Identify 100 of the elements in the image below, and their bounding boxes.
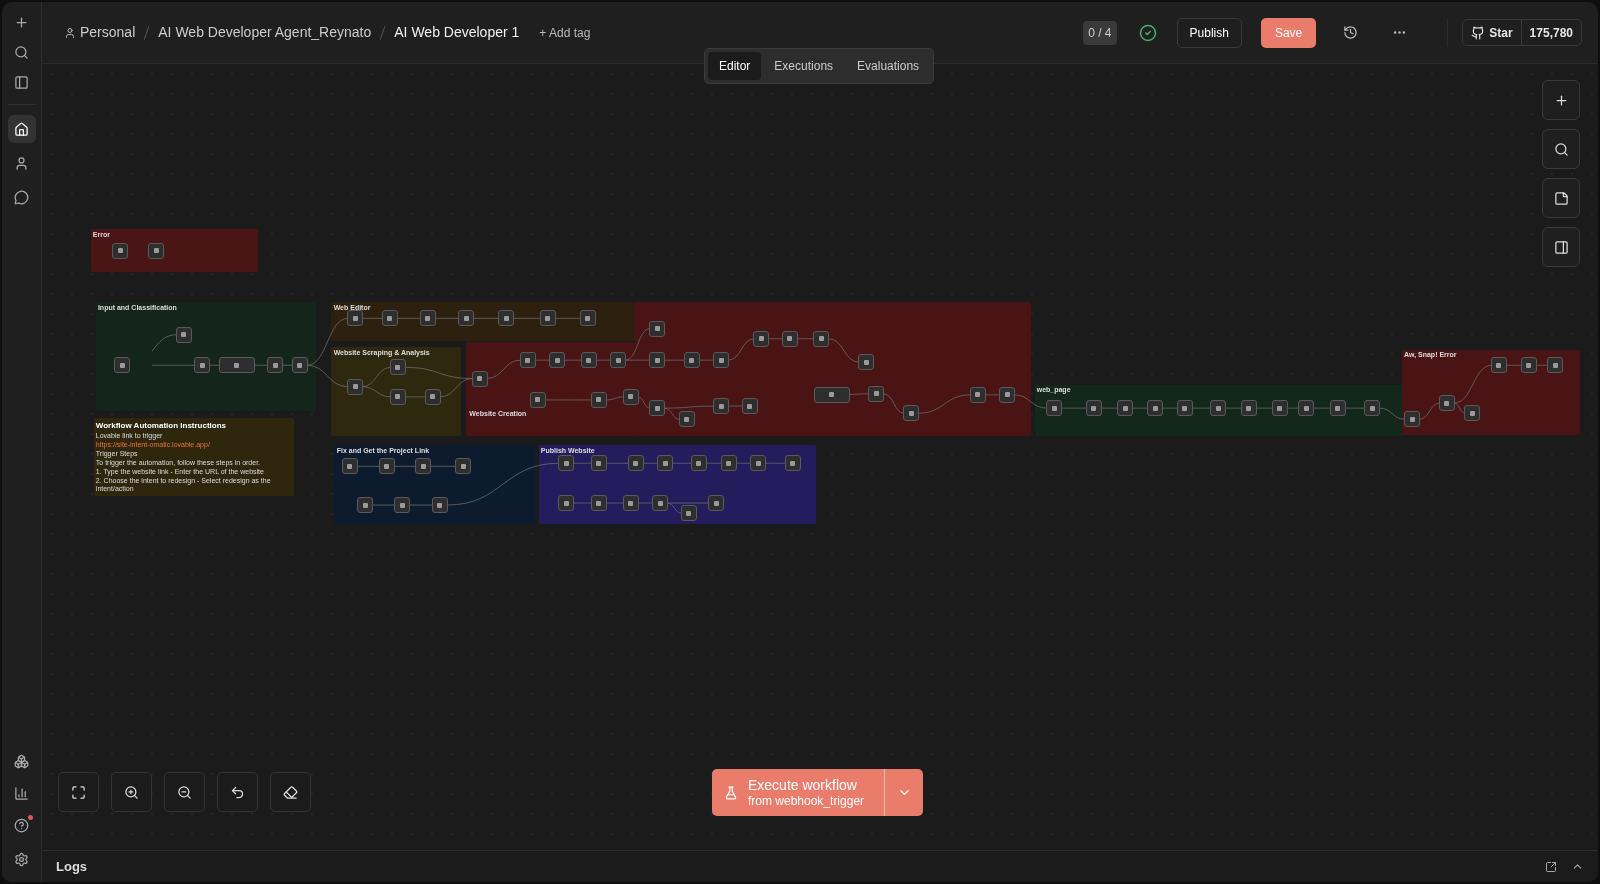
connection-line [698, 359, 715, 361]
counter-badge: 0 / 4 [1083, 20, 1117, 45]
workflow-node[interactable] [649, 352, 666, 369]
connection-line [637, 502, 654, 504]
workflow-node[interactable] [267, 357, 284, 374]
history-icon[interactable] [1343, 25, 1359, 40]
instructions-note[interactable] [93, 418, 294, 497]
connection-line [396, 317, 421, 319]
connection-line [1060, 407, 1088, 409]
workflow-node[interactable] [194, 357, 210, 374]
publish-button[interactable]: Publish [1176, 17, 1242, 48]
sticky-note[interactable] [330, 346, 462, 436]
workflow-node[interactable] [415, 458, 432, 475]
workflow-node[interactable] [1298, 400, 1315, 417]
zoom-out-icon[interactable] [164, 772, 205, 812]
workflow-node[interactable] [394, 497, 410, 514]
workflow-node[interactable] [713, 398, 730, 415]
connection-line [764, 462, 787, 464]
connection-line [1191, 407, 1212, 409]
view-tab[interactable]: Editor [708, 52, 762, 80]
connection-line [1379, 407, 1406, 420]
workflow-node[interactable] [750, 455, 767, 472]
execute-subtitle: from webhook_trigger [748, 793, 865, 809]
fit-view-icon[interactable] [58, 772, 99, 812]
connection-line [796, 338, 815, 340]
connection-line [1161, 407, 1179, 409]
workflow-node[interactable] [357, 497, 374, 514]
connection-line [404, 396, 426, 398]
connection-line [642, 462, 659, 464]
workflow-node[interactable] [558, 495, 575, 511]
workflow-node[interactable] [458, 310, 475, 327]
connection-line [361, 317, 384, 319]
workflow-node[interactable] [1364, 400, 1381, 417]
connection-line [1255, 407, 1273, 409]
connection-line [984, 394, 1001, 396]
connection-line [393, 465, 417, 467]
connection-line [883, 393, 905, 414]
eraser-icon[interactable] [270, 772, 311, 812]
connection-line [605, 396, 624, 401]
add-tag-button[interactable]: + Add tag [539, 23, 591, 42]
workflow-node[interactable] [1117, 400, 1134, 417]
connection-line [534, 359, 551, 361]
connection-line [1535, 364, 1549, 366]
view-tab[interactable]: Evaluations [846, 52, 931, 80]
connection-line [605, 502, 624, 504]
connection-line [735, 462, 752, 464]
connection-line [1286, 407, 1300, 409]
workflow-node[interactable] [903, 405, 920, 422]
github-icon [1471, 25, 1486, 40]
connection-line [767, 338, 784, 340]
zoom-in-icon[interactable] [111, 772, 152, 812]
workflow-node[interactable] [558, 455, 575, 472]
execute-title: Execute workflow [748, 776, 857, 794]
workflow-node[interactable] [610, 352, 627, 369]
connection-line [572, 502, 593, 504]
connection-line [486, 359, 521, 379]
connection-line [282, 364, 294, 366]
workflow-node[interactable] [652, 495, 669, 511]
workflow-node[interactable] [549, 352, 566, 369]
workflow-node[interactable] [1404, 411, 1421, 428]
github-star-button[interactable]: Star 175,780 [1462, 19, 1582, 46]
connection-line [544, 399, 593, 401]
logs-label: Logs [56, 857, 88, 876]
workflow-node[interactable] [347, 310, 364, 327]
workflow-node[interactable] [708, 495, 725, 511]
workflow-node[interactable] [1464, 405, 1481, 422]
home-icon[interactable] [7, 115, 36, 143]
connection-line [572, 462, 593, 464]
workflow-node[interactable] [1210, 400, 1227, 417]
help-icon[interactable] [14, 817, 29, 833]
connection-line [371, 504, 396, 506]
search-icon[interactable] [1542, 129, 1580, 169]
panel-icon[interactable] [1542, 227, 1580, 267]
workflow-name[interactable]: AI Web Developer 1 [394, 22, 520, 43]
connection-line [917, 394, 971, 414]
workflow-node[interactable] [1046, 400, 1063, 417]
user-icon [64, 26, 76, 39]
workflow-node[interactable] [218, 357, 255, 374]
workflow-node[interactable] [649, 400, 666, 417]
workflow-node[interactable] [1147, 400, 1164, 417]
star-count: 175,780 [1528, 24, 1574, 42]
workflow-node[interactable] [1547, 357, 1564, 374]
breadcrumb-link[interactable]: Personal [80, 22, 136, 43]
view-tab[interactable]: Executions [763, 52, 845, 80]
workflow-node[interactable] [455, 458, 472, 475]
workflow-node[interactable] [114, 357, 131, 374]
connection-line [1418, 402, 1441, 420]
connection-line [1344, 407, 1366, 409]
breadcrumb-link[interactable]: AI Web Developer Agent_Reynato [158, 22, 372, 43]
workflow-node[interactable] [657, 455, 674, 472]
workflow-node[interactable] [713, 352, 730, 369]
connection-line [728, 338, 755, 361]
flask-icon [724, 785, 738, 800]
connection-line [554, 317, 582, 319]
workflow-node[interactable] [858, 354, 875, 371]
sticky-note-icon[interactable] [1542, 178, 1580, 218]
add-node-icon[interactable] [1542, 80, 1580, 120]
popout-icon[interactable] [1545, 860, 1557, 873]
workflow-node[interactable] [498, 310, 515, 327]
undo-icon[interactable] [217, 772, 258, 812]
